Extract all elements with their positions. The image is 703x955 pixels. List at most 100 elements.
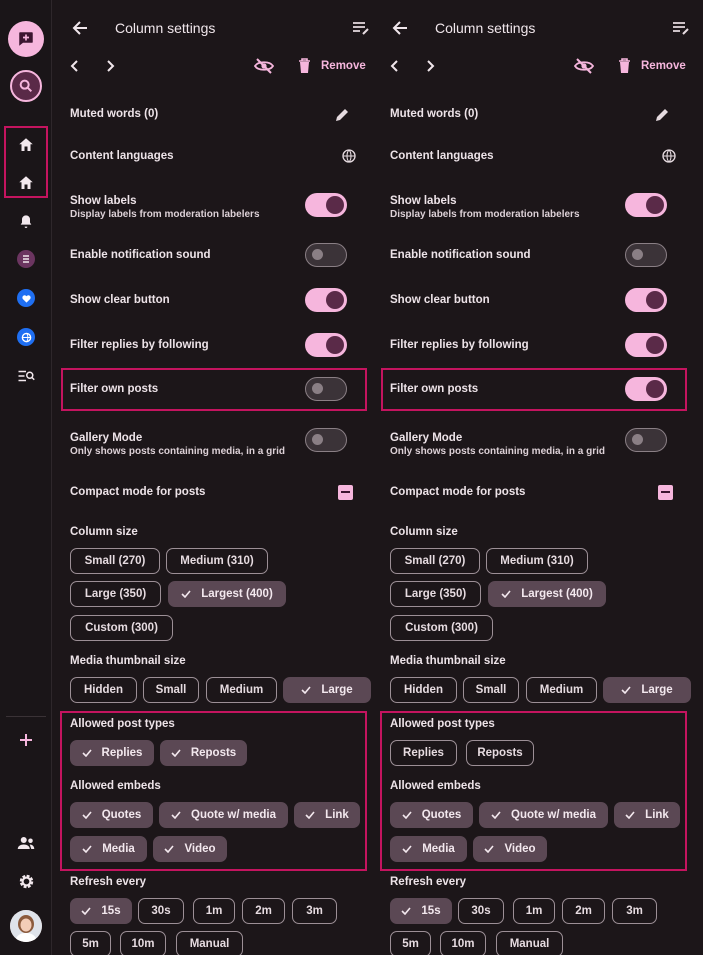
compact-mode-checkbox[interactable] [338,485,353,500]
chevron-left-icon[interactable] [70,60,80,72]
remove-button[interactable]: Remove [298,58,366,74]
check-icon [305,811,319,819]
embed-option[interactable]: Quote w/ media [479,802,608,828]
toggle-clear-button[interactable] [625,288,667,312]
column-size-option[interactable]: Largest (400) [168,581,286,607]
refresh-option[interactable]: 15s [390,898,452,924]
column-size-option[interactable]: Small (270) [70,548,160,574]
toggle-show-labels[interactable] [625,193,667,217]
toggle-filter-own[interactable] [625,377,667,401]
back-icon[interactable] [392,20,408,36]
globe-icon[interactable] [341,148,357,164]
home-button[interactable] [14,136,38,154]
home-button-2[interactable] [14,174,38,192]
chip-label: Large [641,684,673,696]
avatar[interactable] [10,910,42,942]
toggle-knob [646,336,664,354]
column-size-option[interactable]: Medium (310) [486,548,588,574]
remove-button[interactable]: Remove [618,58,686,74]
edit-icon[interactable] [334,107,350,123]
refresh-option[interactable]: 1m [193,898,235,924]
list-feed-button[interactable] [17,250,35,268]
thumbnail-size-option[interactable]: Hidden [70,677,137,703]
globe-icon[interactable] [661,148,677,164]
embed-option[interactable]: Video [473,836,547,862]
embed-option[interactable]: Quotes [390,802,473,828]
post-type-option[interactable]: Replies [70,740,154,766]
embed-option[interactable]: Quote w/ media [159,802,288,828]
search-button[interactable] [10,70,42,102]
refresh-option[interactable]: Manual [176,931,243,955]
embed-option[interactable]: Media [390,836,467,862]
column-size-option[interactable]: Custom (300) [390,615,493,641]
toggle-knob [646,380,664,398]
toggle-notification-sound[interactable] [305,243,347,267]
settings-button[interactable] [14,872,38,890]
thumbnail-size-option[interactable]: Medium [526,677,597,703]
refresh-option[interactable]: 3m [612,898,657,924]
refresh-option[interactable]: Manual [496,931,563,955]
check-icon [491,811,505,819]
refresh-option[interactable]: 2m [562,898,605,924]
edit-list-icon[interactable] [672,21,690,35]
edit-list-icon[interactable] [352,21,370,35]
post-type-option[interactable]: Reposts [466,740,534,766]
chevron-right-icon[interactable] [105,60,115,72]
post-type-option[interactable]: Reposts [160,740,247,766]
toggle-gallery[interactable] [305,428,347,452]
embed-option[interactable]: Quotes [70,802,153,828]
check-icon [402,811,416,819]
edit-icon[interactable] [654,107,670,123]
embed-option[interactable]: Link [294,802,360,828]
compact-mode-checkbox[interactable] [658,485,673,500]
column-size-option[interactable]: Large (350) [70,581,161,607]
column-size-option[interactable]: Medium (310) [166,548,268,574]
refresh-option[interactable]: 1m [513,898,555,924]
column-size-option[interactable]: Custom (300) [70,615,173,641]
toggle-filter-replies[interactable] [305,333,347,357]
thumbnail-size-option[interactable]: Hidden [390,677,457,703]
refresh-option[interactable]: 10m [120,931,166,955]
column-size-option[interactable]: Largest (400) [488,581,606,607]
globe-feed-button[interactable] [17,328,35,346]
refresh-option[interactable]: 15s [70,898,132,924]
toggle-filter-replies[interactable] [625,333,667,357]
eye-off-icon[interactable] [574,58,594,74]
chevron-left-icon[interactable] [390,60,400,72]
thumbnail-size-option[interactable]: Medium [206,677,277,703]
chip-label: Custom (300) [405,622,478,634]
embed-option[interactable]: Media [70,836,147,862]
refresh-option[interactable]: 30s [458,898,504,924]
notifications-button[interactable] [14,213,38,231]
back-icon[interactable] [72,20,88,36]
column-size-option[interactable]: Small (270) [390,548,480,574]
refresh-option[interactable]: 3m [292,898,337,924]
people-button[interactable] [14,834,38,852]
thumbnail-size-option[interactable]: Small [463,677,519,703]
toggle-gallery[interactable] [625,428,667,452]
embed-option[interactable]: Link [614,802,680,828]
thumbnail-size-option[interactable]: Small [143,677,199,703]
toggle-show-labels[interactable] [305,193,347,217]
refresh-option[interactable]: 5m [70,931,111,955]
eye-off-icon[interactable] [254,58,274,74]
thumbnail-size-option[interactable]: Large [603,677,691,703]
notification-sound-label: Enable notification sound [390,249,531,261]
heart-feed-button[interactable] [17,289,35,307]
toggle-filter-own[interactable] [305,377,347,401]
compose-button[interactable] [8,21,44,57]
search-list-button[interactable] [14,367,38,385]
refresh-option[interactable]: 5m [390,931,431,955]
thumbnail-size-option[interactable]: Large [283,677,371,703]
refresh-option[interactable]: 10m [440,931,486,955]
post-type-option[interactable]: Replies [390,740,457,766]
toggle-notification-sound[interactable] [625,243,667,267]
chevron-right-icon[interactable] [425,60,435,72]
refresh-option[interactable]: 2m [242,898,285,924]
chip-label: Medium (310) [500,555,574,567]
toggle-clear-button[interactable] [305,288,347,312]
add-column-button[interactable] [14,731,38,749]
column-size-option[interactable]: Large (350) [390,581,481,607]
refresh-option[interactable]: 30s [138,898,184,924]
embed-option[interactable]: Video [153,836,227,862]
